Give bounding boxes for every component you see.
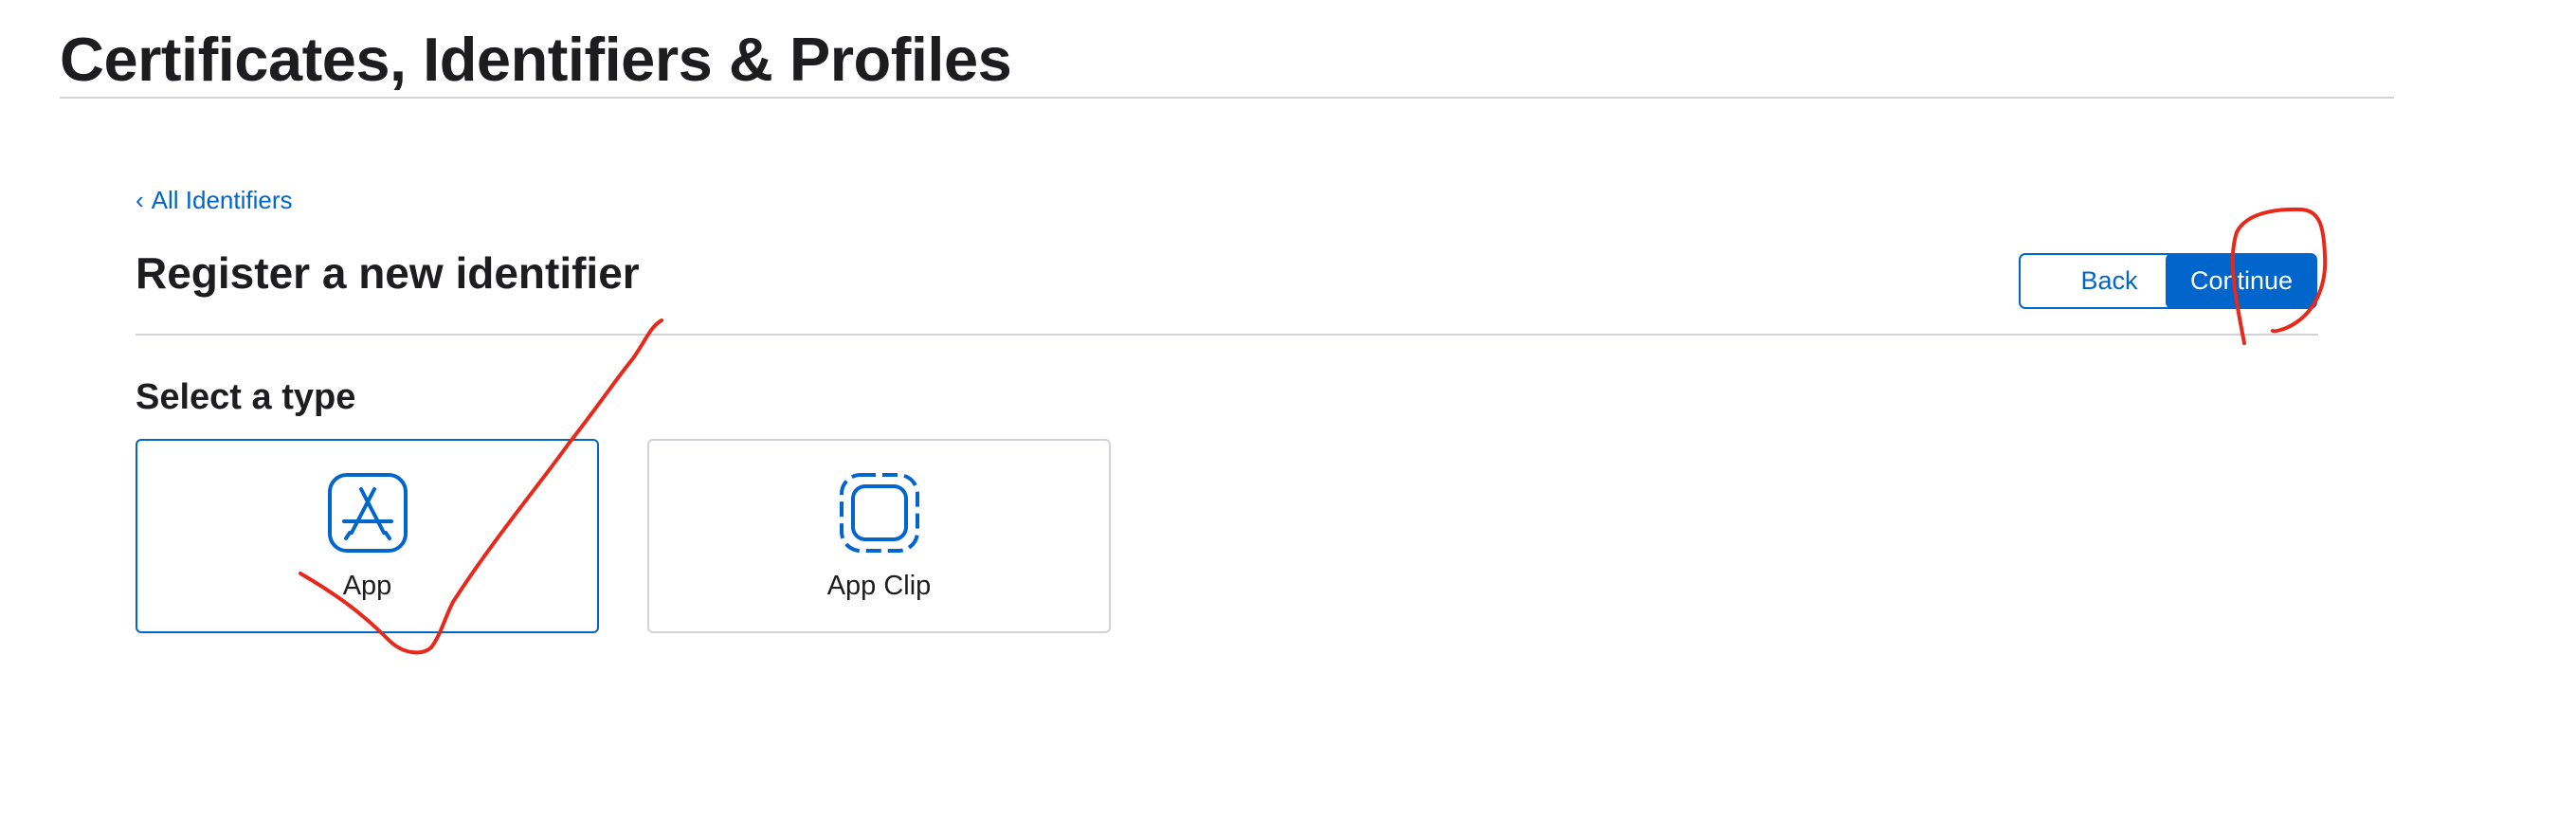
select-type-heading: Select a type: [136, 377, 356, 417]
app-clip-icon: [840, 473, 919, 553]
chevron-left-icon: ‹: [136, 186, 144, 214]
type-option-label: App: [342, 571, 392, 601]
title-divider: [60, 97, 2394, 99]
section-divider: [136, 334, 2318, 336]
red-annotation-marks: [299, 207, 2328, 655]
type-option-label: App Clip: [826, 571, 932, 601]
continue-button[interactable]: Continue: [2166, 253, 2317, 309]
all-identifiers-link[interactable]: ‹ All Identifiers: [136, 184, 293, 216]
all-identifiers-link-label: All Identifiers: [151, 186, 293, 214]
page-title: Certificates, Identifiers & Profiles: [60, 25, 1012, 94]
type-option-app-clip[interactable]: App Clip: [647, 439, 1111, 633]
app-store-icon: [328, 473, 408, 553]
type-option-app[interactable]: App: [136, 439, 599, 633]
section-title: Register a new identifier: [136, 248, 640, 298]
